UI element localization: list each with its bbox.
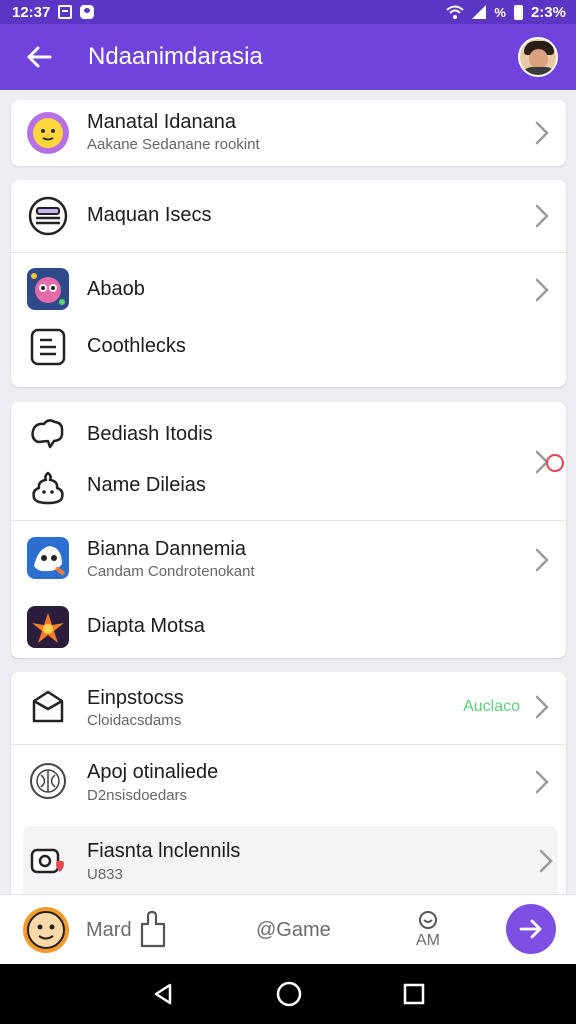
row-subtitle: Candam Condrotenokant	[87, 563, 255, 580]
profile-card: Manatal Idanana Aakane Sedanane rookint	[11, 100, 566, 166]
chat-bubble-icon	[26, 412, 70, 456]
battery-icon	[513, 4, 523, 20]
nav-item-game[interactable]: @Game	[256, 895, 331, 965]
list-item-apoj[interactable]: Apoj otinaliede D2nsisdoedars	[11, 745, 566, 821]
list-item-abaob[interactable]: Abaob	[11, 253, 566, 323]
character-app-icon	[26, 536, 70, 580]
chevron-right-icon	[535, 770, 549, 794]
home-circle-icon[interactable]	[276, 981, 302, 1007]
settings-list: Manatal Idanana Aakane Sedanane rookint …	[0, 90, 576, 894]
nav-label: AM	[416, 932, 440, 949]
chevron-right-icon	[535, 204, 549, 228]
chevron-right-icon	[535, 695, 549, 719]
status-time: 12:37	[12, 3, 51, 21]
list-item-name-dileias[interactable]: Name Dileias	[11, 458, 566, 520]
system-navigation-bar	[0, 964, 576, 1024]
stack-icon	[26, 194, 70, 238]
box-icon	[26, 685, 70, 729]
row-subtitle: U833	[87, 866, 123, 883]
next-button[interactable]	[506, 904, 556, 954]
arrow-right-icon	[519, 919, 542, 939]
status-left: 12:37	[12, 3, 95, 21]
notification-indicator	[546, 454, 564, 472]
recents-square-icon[interactable]	[403, 983, 425, 1005]
avatar-shirt	[522, 67, 556, 75]
fire-app-icon	[26, 605, 70, 649]
nav-label: @Game	[256, 918, 331, 941]
bottom-nav: Mard @Game AM	[0, 894, 576, 964]
app-notification-icon	[80, 5, 95, 19]
row-title: Maquan Isecs	[87, 204, 212, 226]
game-app-icon	[26, 267, 70, 311]
avatar[interactable]	[518, 37, 558, 77]
chevron-right-icon	[535, 548, 549, 572]
apps-card: Maquan Isecs Abaob Coothlecks	[11, 180, 566, 387]
list-item-profile[interactable]: Manatal Idanana Aakane Sedanane rookint	[11, 100, 566, 166]
back-triangle-icon[interactable]	[151, 982, 175, 1006]
document-icon	[26, 325, 70, 369]
chevron-right-icon	[539, 849, 553, 873]
face-icon	[23, 907, 69, 953]
chevron-right-icon	[535, 121, 549, 145]
battery-percent: 2:3%	[530, 3, 566, 21]
sim-icon: %	[494, 4, 506, 20]
row-title: Einpstocss	[87, 687, 184, 709]
status-badge: Auclaco	[463, 698, 520, 715]
row-title: Bediash Itodis	[87, 423, 213, 445]
back-button[interactable]	[0, 24, 78, 90]
nav-item-mard[interactable]: Mard	[86, 895, 168, 965]
row-subtitle: D2nsisdoedars	[87, 787, 188, 804]
list-item-bediash[interactable]: Bediash Itodis	[11, 402, 566, 458]
signal-icon	[472, 5, 487, 19]
status-right: % 2:3%	[446, 4, 566, 21]
list-item-fiasnta[interactable]: Fiasnta lnclennils U833	[23, 826, 558, 894]
page-title: Ndaanimdarasia	[88, 43, 263, 70]
row-title: Abaob	[87, 278, 145, 300]
list-item-coothlecks[interactable]: Coothlecks	[11, 323, 566, 387]
row-subtitle: Aakane Sedanane rookint	[87, 136, 260, 153]
row-title: Diapta Motsa	[87, 615, 205, 637]
puzzle-icon	[140, 910, 165, 948]
app-bar: Ndaanimdarasia	[0, 24, 576, 90]
row-title: Apoj otinaliede	[87, 761, 219, 783]
wifi-icon	[446, 5, 465, 19]
camera-heart-icon	[26, 838, 70, 882]
status-bar: 12:37 % 2:3%	[0, 0, 576, 24]
nav-label: Mard	[86, 918, 132, 941]
poop-icon	[26, 466, 70, 510]
row-subtitle: Cloidacsdams	[87, 712, 182, 729]
list-item-bianna[interactable]: Bianna Dannemia Candam Condrotenokant	[11, 521, 566, 591]
globe-icon	[26, 759, 70, 803]
gallery-notification-icon	[58, 5, 73, 19]
smiley-face-icon	[26, 111, 70, 155]
list-item-einpstocss[interactable]: Einpstocss Cloidacsdams Auclaco	[11, 672, 566, 744]
row-title: Fiasnta lnclennils	[87, 840, 241, 862]
storage-card: Einpstocss Cloidacsdams Auclaco Apoj oti…	[11, 672, 566, 894]
list-item-maquan[interactable]: Maquan Isecs	[11, 180, 566, 252]
row-title: Coothlecks	[87, 335, 186, 357]
chevron-right-icon	[535, 278, 549, 302]
balloon-icon	[419, 911, 437, 929]
nav-item-am[interactable]: AM	[414, 895, 442, 965]
avatar-face	[529, 49, 548, 69]
row-title: Manatal Idanana	[87, 111, 237, 133]
arrow-left-icon	[27, 46, 52, 68]
nav-item-profile[interactable]	[22, 895, 70, 965]
list-item-diapta[interactable]: Diapta Motsa	[11, 591, 566, 658]
row-title: Name Dileias	[87, 474, 206, 496]
social-card: Bediash Itodis Name Dileias Bianna Danne…	[11, 402, 566, 658]
row-title: Bianna Dannemia	[87, 538, 246, 560]
